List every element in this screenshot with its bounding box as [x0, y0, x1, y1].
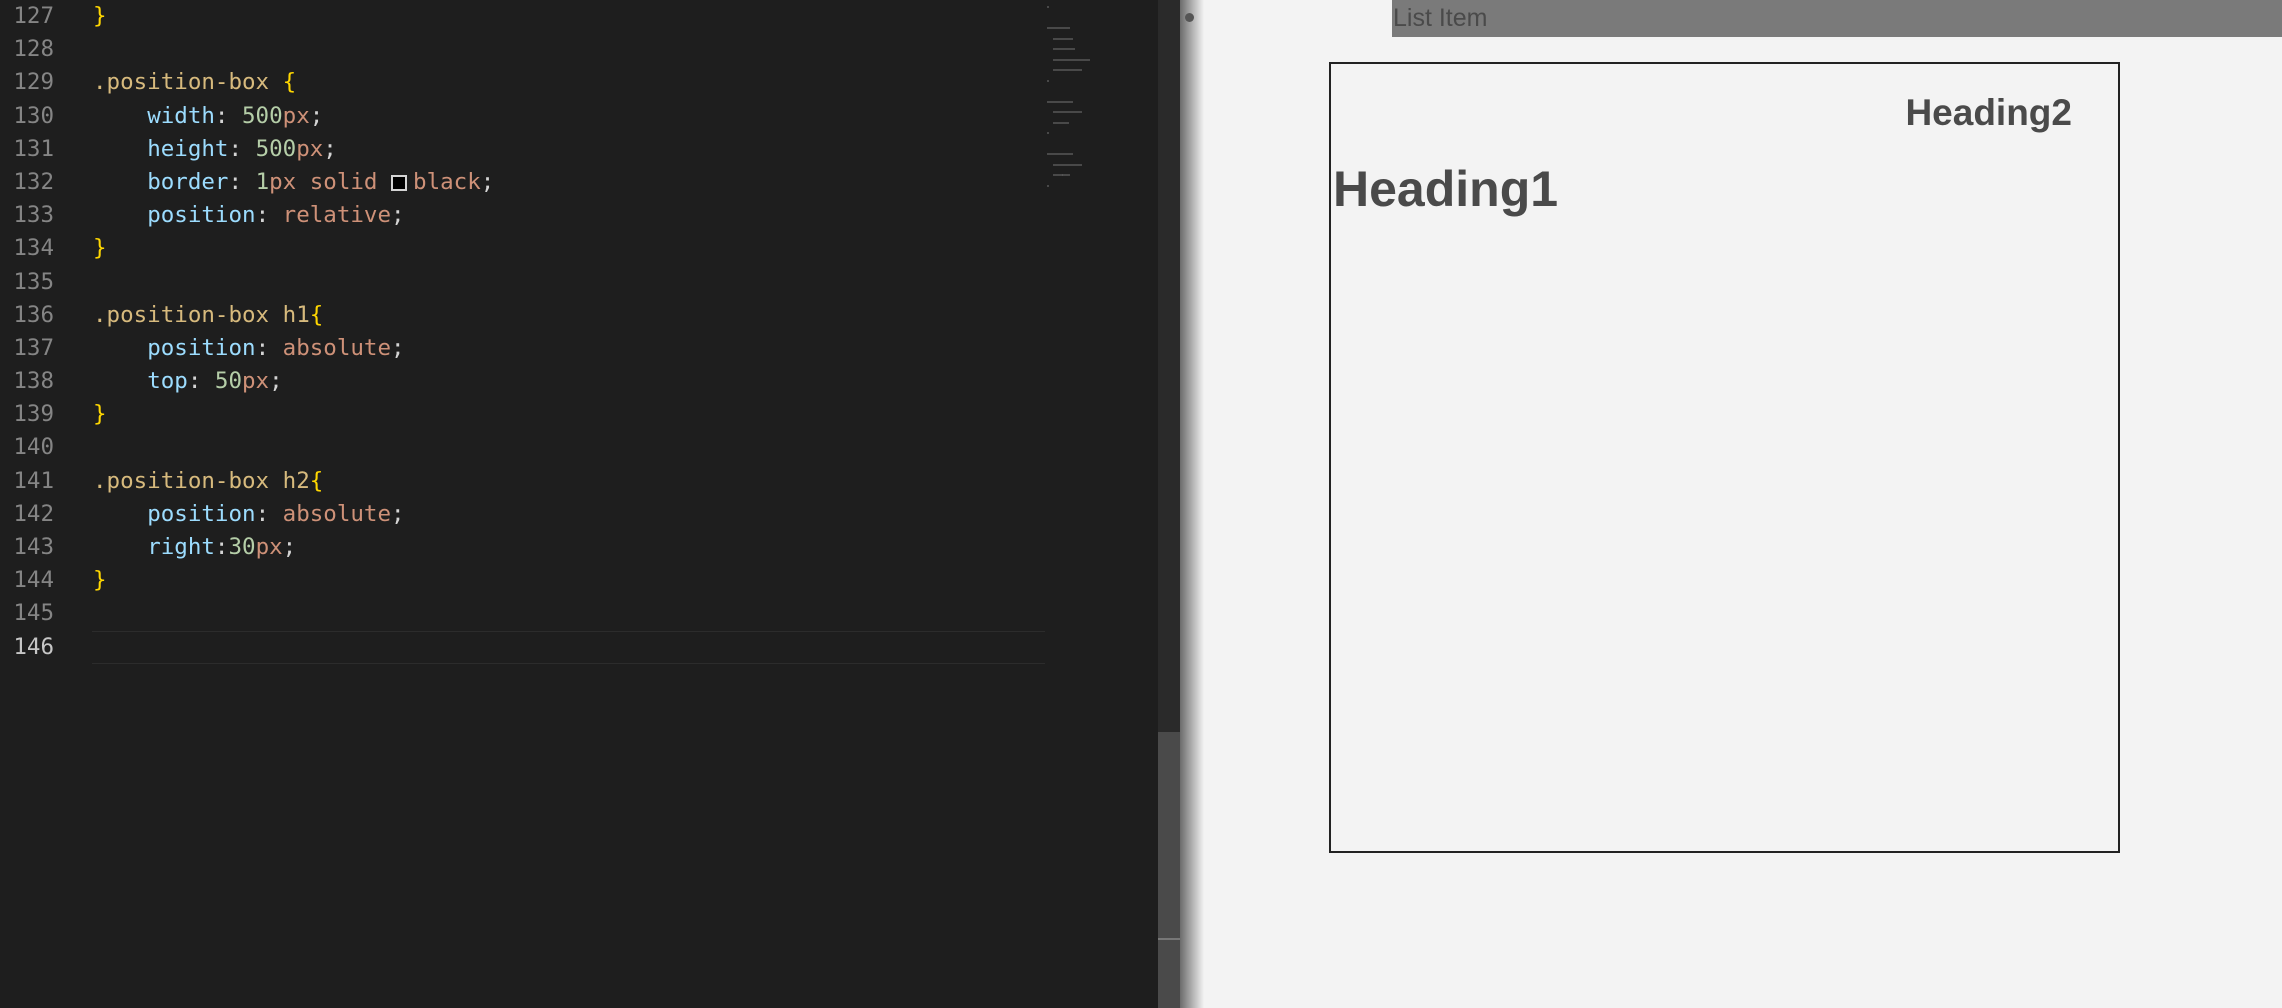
heading2: Heading2	[1905, 92, 2072, 133]
position-box: Heading1 Heading2	[1329, 62, 2120, 853]
list-item-highlight	[1392, 0, 2282, 37]
list-item-text: List Item	[1393, 4, 1488, 32]
heading1: Heading1	[1333, 161, 1559, 217]
bullet-icon	[1185, 13, 1194, 22]
browser-preview: List Item Heading1 Heading2	[0, 0, 2282, 1008]
